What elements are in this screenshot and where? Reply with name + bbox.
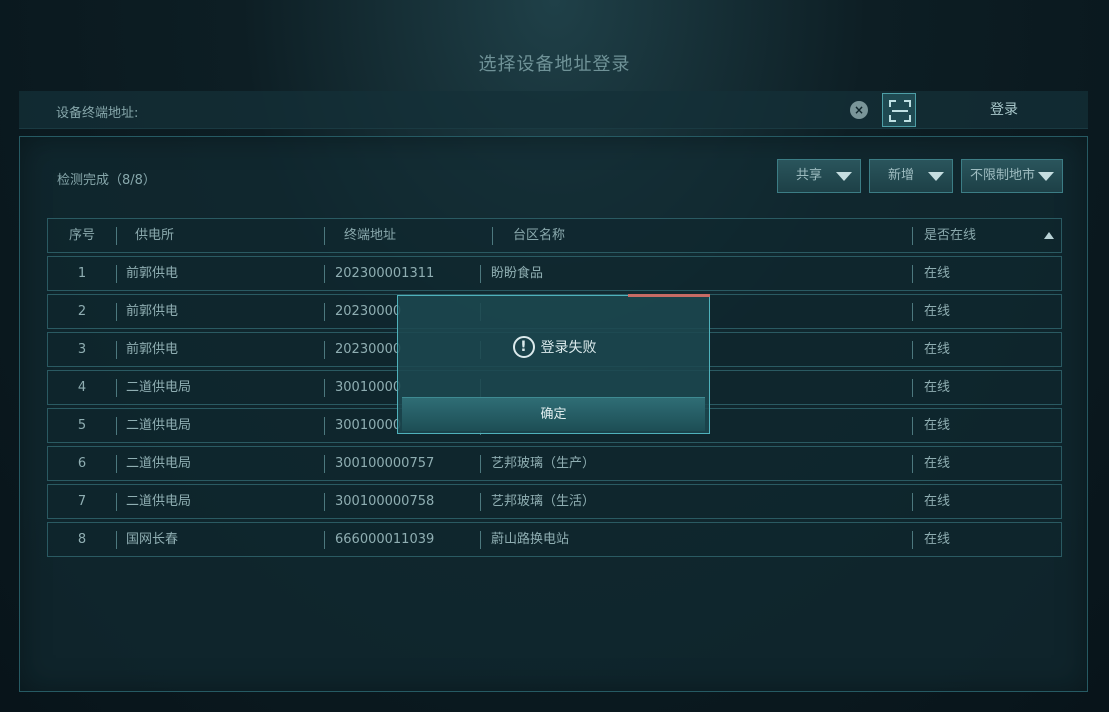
row-station: 国网长春 (126, 532, 179, 547)
row-address: 20230000 (335, 342, 402, 357)
exclamation-circle-icon: ! (512, 336, 535, 358)
table-row[interactable]: 6 二道供电局 300100000757 艺邦玻璃（生产） 在线 (47, 446, 1062, 481)
city-filter-dropdown[interactable]: 不限制地市 (961, 159, 1063, 193)
address-input[interactable] (149, 97, 839, 123)
row-no: 6 (77, 456, 87, 471)
detection-status: 检测完成（8/8） (57, 173, 156, 188)
page-title: 选择设备地址登录 (478, 54, 631, 75)
row-station: 二道供电局 (126, 380, 192, 395)
login-failed-dialog: ! 登录失败 确定 (397, 294, 711, 434)
row-online: 在线 (924, 418, 951, 433)
scan-button[interactable] (882, 93, 916, 127)
row-address: 666000011039 (335, 532, 435, 547)
row-address: 20230000 (335, 304, 402, 319)
row-address: 300100000758 (335, 494, 435, 509)
scan-icon (889, 100, 911, 122)
row-area: 盼盼食品 (491, 266, 544, 281)
row-no: 5 (77, 418, 87, 433)
chevron-down-icon (928, 172, 944, 181)
row-address: 300100000757 (335, 456, 435, 471)
header-address: 终端地址 (344, 228, 397, 243)
row-station: 前郭供电 (126, 304, 179, 319)
header-area: 台区名称 (513, 228, 566, 243)
row-no: 1 (77, 266, 87, 281)
chevron-down-icon (1038, 172, 1054, 181)
table-row[interactable]: 7 二道供电局 300100000758 艺邦玻璃（生活） 在线 (47, 484, 1062, 519)
row-no: 3 (77, 342, 87, 357)
row-address: 30010000 (335, 418, 402, 433)
header-station: 供电所 (135, 228, 175, 243)
row-online: 在线 (924, 494, 951, 509)
row-online: 在线 (924, 342, 951, 357)
confirm-button[interactable]: 确定 (402, 397, 705, 431)
new-label: 新增 (888, 168, 915, 183)
address-bar: 设备终端地址: × 登录 (19, 91, 1088, 129)
new-dropdown[interactable]: 新增 (869, 159, 953, 193)
table-header: 序号 供电所 终端地址 台区名称 是否在线 (47, 218, 1062, 253)
row-online: 在线 (924, 304, 951, 319)
share-dropdown[interactable]: 共享 (777, 159, 861, 193)
header-online[interactable]: 是否在线 (924, 219, 976, 252)
clear-circle-icon[interactable]: × (850, 101, 868, 119)
login-button[interactable]: 登录 (959, 91, 1049, 129)
chevron-down-icon (836, 172, 852, 181)
row-no: 7 (77, 494, 87, 509)
row-online: 在线 (924, 456, 951, 471)
header-no: 序号 (68, 228, 95, 243)
city-filter-label: 不限制地市 (970, 168, 1036, 183)
dialog-accent (628, 294, 710, 297)
row-station: 二道供电局 (126, 418, 192, 433)
row-no: 8 (77, 532, 87, 547)
row-station: 前郭供电 (126, 342, 179, 357)
row-address: 30010000 (335, 380, 402, 395)
row-no: 4 (77, 380, 87, 395)
dialog-message-text: 登录失败 (540, 340, 597, 356)
dialog-message: ! 登录失败 (398, 336, 711, 358)
share-label: 共享 (796, 168, 823, 183)
row-area: 蔚山路换电站 (491, 532, 570, 547)
row-online: 在线 (924, 380, 951, 395)
sort-up-icon[interactable] (1044, 232, 1054, 239)
table-row[interactable]: 1 前郭供电 202300001311 盼盼食品 在线 (47, 256, 1062, 291)
row-address: 202300001311 (335, 266, 435, 281)
address-label: 设备终端地址: (56, 106, 139, 121)
row-area: 艺邦玻璃（生活） (491, 494, 596, 509)
row-online: 在线 (924, 532, 951, 547)
row-no: 2 (77, 304, 87, 319)
row-area: 艺邦玻璃（生产） (491, 456, 596, 471)
row-station: 前郭供电 (126, 266, 179, 281)
row-station: 二道供电局 (126, 494, 192, 509)
table-row[interactable]: 8 国网长春 666000011039 蔚山路换电站 在线 (47, 522, 1062, 557)
row-station: 二道供电局 (126, 456, 192, 471)
row-online: 在线 (924, 266, 951, 281)
